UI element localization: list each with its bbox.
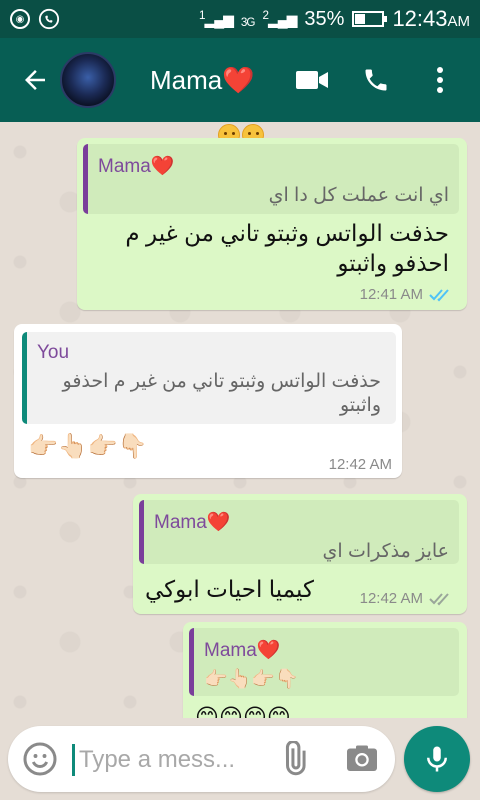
- quoted-text: حذفت الواتس وثبتو تاني من غير م احذفو وا…: [62, 371, 381, 416]
- smiley-face-icon: [23, 742, 57, 776]
- message-text: حذفت الواتس وثبتو تاني من غير م احذفو وا…: [125, 220, 449, 276]
- voice-record-button[interactable]: [404, 726, 470, 792]
- double-check-read-icon: [429, 288, 449, 301]
- video-camera-icon: [296, 71, 328, 89]
- network-type: 3G: [240, 15, 256, 29]
- camera-button[interactable]: [344, 741, 380, 777]
- message-meta: 12:42 AM: [360, 590, 453, 607]
- whatsapp-notification-icon: [38, 8, 60, 30]
- phone-icon: [365, 69, 387, 91]
- contact-avatar[interactable]: [60, 52, 116, 108]
- contact-name[interactable]: Mama❤️: [150, 65, 255, 96]
- message-bubble-incoming[interactable]: You حذفت الواتس وثبتو تاني من غير م احذف…: [14, 324, 402, 478]
- message-input-container[interactable]: [8, 726, 395, 792]
- message-input[interactable]: [72, 744, 272, 776]
- quoted-message[interactable]: Mama❤️ اي انت عملت كل دا اي: [83, 144, 459, 214]
- sim1-signal-icon: 1▂▄▆: [198, 9, 234, 28]
- attach-button[interactable]: [276, 740, 312, 777]
- message-time: 12:42 AM: [359, 590, 423, 607]
- message-time: 12:41 AM: [359, 286, 423, 303]
- quoted-message[interactable]: You حذفت الواتس وثبتو تاني من غير م احذف…: [22, 332, 396, 424]
- quoted-text: اي انت عملت كل دا اي: [268, 185, 449, 206]
- message-bubble-outgoing[interactable]: Mama❤️ 👉🏻👆🏻👉🏻👇🏻 😊😊😊😊: [183, 622, 467, 718]
- chat-area[interactable]: Mama❤️ اي انت عملت كل دا اي حذفت الواتس …: [0, 122, 480, 718]
- battery-icon: [352, 11, 388, 27]
- quoted-sender: Mama❤️: [154, 512, 231, 533]
- message-text: كيميا احيات ابوكي: [145, 576, 314, 602]
- message-meta: 12:42 AM: [329, 456, 392, 473]
- status-bar: ◉ 1▂▄▆ 3G 2▂▄▆ 35% 12:43AM: [0, 0, 480, 38]
- quoted-sender: Mama❤️: [98, 156, 175, 177]
- sim2-signal-icon: 2▂▄▆: [262, 9, 297, 28]
- emoji-button[interactable]: [22, 741, 58, 777]
- paperclip-icon: [285, 740, 306, 776]
- camera-icon: [347, 745, 377, 771]
- back-arrow-icon: [25, 70, 45, 90]
- message-bubble-outgoing[interactable]: Mama❤️ عايز مذكرات اي كيميا احيات ابوكي …: [133, 494, 467, 614]
- voice-call-button[interactable]: [356, 60, 396, 100]
- back-button[interactable]: [10, 55, 60, 105]
- quoted-message[interactable]: Mama❤️ عايز مذكرات اي: [139, 500, 459, 564]
- compose-bar: [0, 718, 480, 800]
- quoted-sender: Mama❤️: [204, 640, 281, 661]
- message-time: 12:42 AM: [328, 456, 392, 473]
- quoted-message[interactable]: Mama❤️ 👉🏻👆🏻👉🏻👇🏻: [189, 628, 459, 696]
- quoted-text: عايز مذكرات اي: [322, 541, 449, 562]
- message-text-emoji: 😊😊😊😊: [195, 704, 291, 718]
- quoted-text: 👉🏻👆🏻👉🏻👇🏻: [204, 669, 299, 690]
- more-options-button[interactable]: [420, 60, 460, 100]
- microphone-icon: [427, 746, 447, 772]
- double-check-delivered-icon: [429, 592, 449, 605]
- chat-header: Mama❤️: [0, 38, 480, 122]
- clock: 12:43AM: [392, 6, 470, 31]
- battery-percent: 35%: [304, 7, 345, 30]
- message-bubble-outgoing[interactable]: Mama❤️ اي انت عملت كل دا اي حذفت الواتس …: [77, 138, 467, 310]
- quoted-sender: You: [37, 342, 70, 363]
- notification-icon: ◉: [10, 9, 30, 29]
- video-call-button[interactable]: [292, 60, 332, 100]
- more-vert-icon: [437, 67, 443, 93]
- message-meta: 12:41 AM: [360, 286, 453, 303]
- message-text-emoji: 👉🏻👆🏻👉🏻👇🏻: [28, 433, 148, 460]
